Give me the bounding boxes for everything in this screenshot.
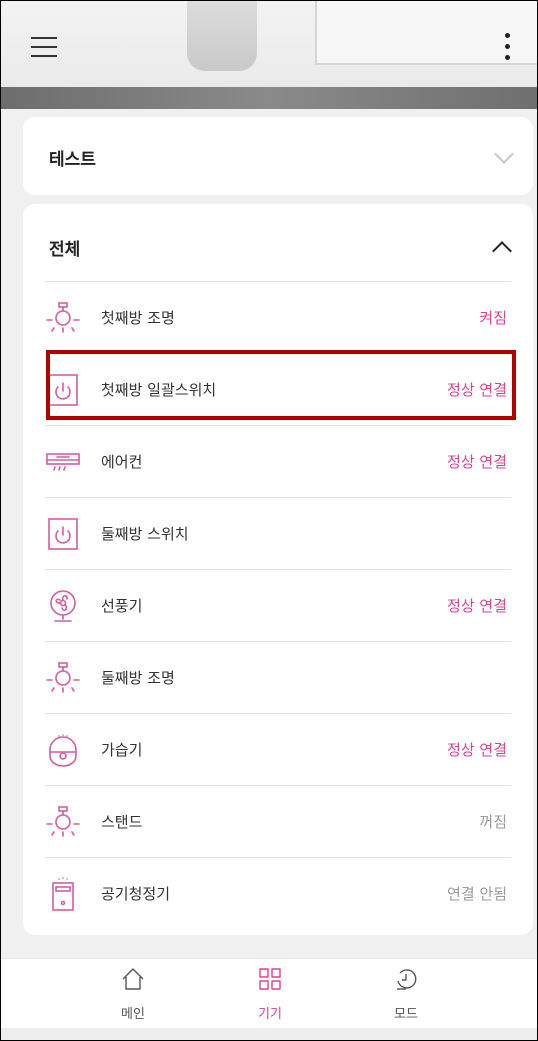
air-purifier-icon (45, 876, 81, 912)
device-status: 정상 연결 (447, 741, 507, 759)
chevron-up-icon[interactable] (492, 241, 512, 261)
device-status: 정상 연결 (447, 597, 507, 615)
home-icon (121, 967, 145, 991)
device-status: 정상 연결 (447, 453, 507, 471)
device-name: 첫째방 일괄스위치 (101, 381, 217, 399)
header (1, 1, 537, 109)
humidifier-icon (45, 732, 81, 768)
device-row[interactable]: 첫째방 일괄스위치 정상 연결 (23, 354, 533, 426)
app-frame: 테스트 전체 첫째방 조명 켜짐 첫째방 일괄스위치 정상 연결 에어컨 정상 연결 둘째방… (0, 0, 538, 1041)
device-row[interactable]: 첫째방 조명 켜짐 (23, 282, 533, 354)
light-bulb-icon (45, 804, 81, 840)
device-row[interactable]: 공기청정기 연결 안됨 (23, 858, 533, 930)
nav-label: 메인 (121, 1007, 145, 1022)
nav-item-devices[interactable]: 기기 (220, 959, 320, 1029)
device-name: 둘째방 스위치 (101, 525, 189, 543)
light-bulb-icon (45, 300, 81, 336)
clock-icon (394, 967, 418, 991)
chevron-down-icon[interactable] (494, 144, 514, 164)
group-title: 전체 (49, 240, 81, 260)
device-name: 둘째방 조명 (101, 669, 175, 687)
device-row[interactable]: 가습기 정상 연결 (23, 714, 533, 786)
device-row[interactable]: 스탠드 꺼짐 (23, 786, 533, 858)
nav-label: 기기 (258, 1007, 282, 1022)
power-switch-icon (45, 516, 81, 552)
device-name: 가습기 (101, 741, 143, 759)
light-bulb-icon (45, 660, 81, 696)
device-name: 공기청정기 (101, 885, 171, 903)
nav-label: 모드 (394, 1007, 418, 1022)
fan-icon (45, 588, 81, 624)
header-decor-device (187, 1, 257, 71)
group-card-all: 전체 첫째방 조명 켜짐 첫째방 일괄스위치 정상 연결 에어컨 정상 연결 둘째방 스위치… (23, 204, 533, 935)
device-row[interactable]: 둘째방 스위치 (23, 498, 533, 570)
bottom-strip (1, 1028, 537, 1040)
bottom-nav: 메인 기기 모드 (1, 958, 537, 1029)
device-row[interactable]: 에어컨 정상 연결 (23, 426, 533, 498)
header-decor-shelf (1, 87, 537, 109)
device-name: 스탠드 (101, 813, 143, 831)
device-name: 첫째방 조명 (101, 309, 175, 327)
device-status: 정상 연결 (447, 381, 507, 399)
air-conditioner-icon (45, 444, 81, 480)
device-name: 선풍기 (101, 597, 143, 615)
device-status: 꺼짐 (479, 813, 507, 831)
group-title: 테스트 (49, 150, 96, 170)
hamburger-icon[interactable] (31, 37, 57, 57)
power-switch-icon (45, 372, 81, 408)
group-card-test[interactable]: 테스트 (23, 117, 533, 195)
device-status: 켜짐 (479, 309, 507, 327)
device-row[interactable]: 선풍기 정상 연결 (23, 570, 533, 642)
grid-icon (258, 967, 282, 991)
nav-item-main[interactable]: 메인 (83, 959, 183, 1029)
nav-item-mode[interactable]: 모드 (356, 959, 456, 1029)
device-status: 연결 안됨 (447, 885, 507, 903)
device-name: 에어컨 (101, 453, 143, 471)
kebab-icon[interactable] (499, 33, 515, 63)
device-row[interactable]: 둘째방 조명 (23, 642, 533, 714)
